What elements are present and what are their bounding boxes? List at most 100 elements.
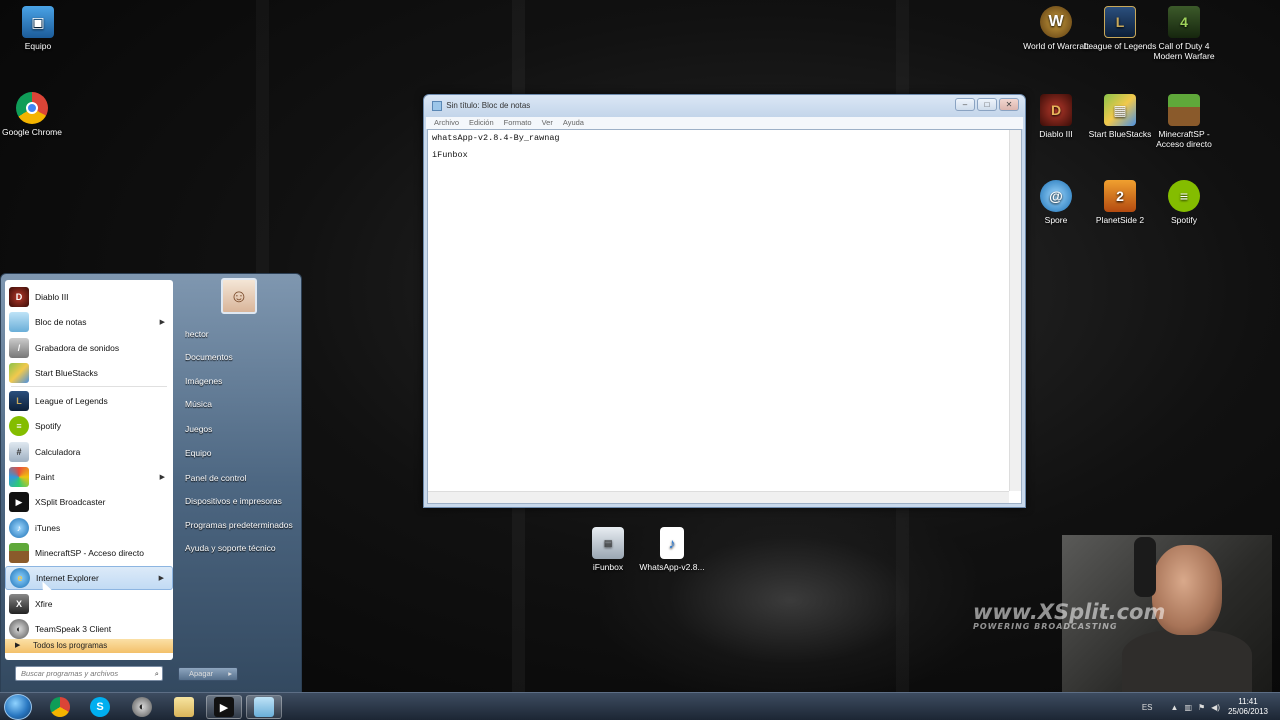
network-icon[interactable]: ▥ bbox=[1184, 703, 1192, 712]
start-right-programas-predeterminados[interactable]: Programas predeterminados bbox=[185, 520, 293, 530]
maximize-button[interactable]: □ bbox=[977, 98, 997, 111]
vertical-scrollbar[interactable] bbox=[1009, 130, 1021, 491]
program-xfire[interactable]: X Xfire bbox=[5, 592, 173, 616]
all-programs-button[interactable]: ▶ Todos los programas bbox=[5, 639, 173, 653]
arrow-right-icon[interactable]: ▸ bbox=[228, 668, 232, 680]
calculator-icon: # bbox=[9, 442, 29, 462]
program-bluestacks[interactable]: Start BlueStacks bbox=[5, 361, 173, 385]
bluestacks-icon: ▦ bbox=[1104, 94, 1136, 126]
shutdown-button[interactable]: Apagar ▸ bbox=[178, 667, 238, 681]
program-internet-explorer[interactable]: e Internet Explorer ▶ bbox=[5, 566, 173, 590]
submenu-arrow-icon: ▶ bbox=[159, 474, 165, 481]
start-right-documentos[interactable]: Documentos bbox=[185, 352, 233, 362]
menu-edicion[interactable]: Edición bbox=[469, 117, 494, 129]
spore-icon: @ bbox=[1040, 180, 1072, 212]
program-lol[interactable]: L League of Legends bbox=[5, 389, 173, 413]
program-label: Start BlueStacks bbox=[35, 368, 98, 378]
program-minecraft[interactable]: MinecraftSP - Acceso directo bbox=[5, 541, 173, 565]
spotify-icon: ≡ bbox=[9, 416, 29, 436]
start-right-panel-de-control[interactable]: Panel de control bbox=[185, 473, 246, 483]
desktop-icon-label: iFunbox bbox=[592, 562, 624, 572]
notepad-menubar: Archivo Edición Formato Ver Ayuda bbox=[426, 117, 1023, 129]
desktop-icon-chrome[interactable]: Google Chrome bbox=[0, 92, 70, 137]
program-list: D Diablo III Bloc de notas ▶ / Grabadora… bbox=[5, 280, 173, 660]
call-of-duty-icon: 4 bbox=[1168, 6, 1200, 38]
program-xsplit[interactable]: ▶ XSplit Broadcaster bbox=[5, 490, 173, 514]
xsplit-icon: ▶ bbox=[214, 697, 234, 717]
desktop-icon-cod4[interactable]: 4 Call of Duty 4 Modern Warfare bbox=[1146, 6, 1222, 61]
notepad-text-area[interactable]: whatsApp-v2.8.4-By_rawnag iFunbox bbox=[427, 129, 1022, 504]
window-controls: – □ ✕ bbox=[955, 98, 1019, 111]
menu-ayuda[interactable]: Ayuda bbox=[563, 117, 584, 129]
start-right-imagenes[interactable]: Imágenes bbox=[185, 376, 222, 386]
diablo-icon: D bbox=[9, 287, 29, 307]
start-button[interactable] bbox=[4, 694, 32, 720]
language-indicator[interactable]: ES bbox=[1142, 703, 1153, 712]
start-right-equipo[interactable]: Equipo bbox=[185, 448, 211, 458]
teamspeak-icon: ◐ bbox=[9, 619, 29, 639]
menu-archivo[interactable]: Archivo bbox=[434, 117, 459, 129]
minimize-button[interactable]: – bbox=[955, 98, 975, 111]
text-line: iFunbox bbox=[432, 150, 468, 160]
desktop-icon-equipo[interactable]: ▣ Equipo bbox=[0, 6, 76, 51]
start-search-input[interactable]: Buscar programas y archivos ⌕ bbox=[15, 666, 163, 681]
menu-formato[interactable]: Formato bbox=[504, 117, 532, 129]
program-spotify[interactable]: ≡ Spotify bbox=[5, 414, 173, 438]
desktop-icon-label: MinecraftSP - Acceso directo bbox=[1156, 129, 1212, 149]
search-icon[interactable]: ⌕ bbox=[155, 667, 159, 680]
taskbar-explorer[interactable] bbox=[166, 695, 202, 719]
desktop-icon-label: World of Warcraft bbox=[1023, 41, 1089, 51]
desktop-icon-spotify[interactable]: ≡ Spotify bbox=[1146, 180, 1222, 225]
taskbar: S ◐ ▶ ES ▲ ▥ ⚑ ◀) 11:41 25/06/2013 bbox=[0, 692, 1280, 720]
volume-icon[interactable]: ◀) bbox=[1211, 703, 1220, 712]
desktop-icon-label: WhatsApp-v2.8... bbox=[639, 562, 705, 572]
tray-arrow-icon[interactable]: ▲ bbox=[1171, 703, 1179, 712]
notepad-titlebar[interactable]: Sin título: Bloc de notas – □ ✕ bbox=[424, 95, 1025, 117]
user-avatar[interactable]: ☺ bbox=[221, 278, 257, 314]
taskbar-notepad[interactable] bbox=[246, 695, 282, 719]
separator bbox=[11, 386, 167, 387]
taskbar-chrome[interactable] bbox=[42, 695, 78, 719]
start-right-juegos[interactable]: Juegos bbox=[185, 424, 212, 434]
desktop-icon-label: Equipo bbox=[24, 41, 52, 51]
horizontal-scrollbar[interactable] bbox=[428, 491, 1009, 503]
taskbar-teamspeak[interactable]: ◐ bbox=[124, 695, 160, 719]
start-right-hector[interactable]: hector bbox=[185, 329, 209, 339]
close-button[interactable]: ✕ bbox=[999, 98, 1019, 111]
notepad-window[interactable]: Sin título: Bloc de notas – □ ✕ Archivo … bbox=[423, 94, 1026, 508]
program-label: League of Legends bbox=[35, 396, 108, 406]
program-label: Spotify bbox=[35, 421, 61, 431]
program-grabadora[interactable]: / Grabadora de sonidos bbox=[5, 336, 173, 360]
arrow-right-icon: ▶ bbox=[15, 642, 21, 649]
program-label: Calculadora bbox=[35, 447, 81, 457]
submenu-arrow-icon: ▶ bbox=[159, 319, 165, 326]
flag-icon[interactable]: ⚑ bbox=[1198, 703, 1205, 712]
program-bloc-de-notas[interactable]: Bloc de notas ▶ bbox=[5, 310, 173, 334]
taskbar-xsplit[interactable]: ▶ bbox=[206, 695, 242, 719]
start-right-musica[interactable]: Música bbox=[185, 399, 212, 409]
notepad-icon bbox=[9, 312, 29, 332]
start-right-ayuda[interactable]: Ayuda y soporte técnico bbox=[185, 543, 276, 553]
program-teamspeak[interactable]: ◐ TeamSpeak 3 Client bbox=[5, 617, 173, 641]
program-paint[interactable]: Paint ▶ bbox=[5, 465, 173, 489]
taskbar-skype[interactable]: S bbox=[82, 695, 118, 719]
desktop-icon-label: Spotify bbox=[1171, 215, 1197, 225]
webcam-shirt bbox=[1122, 630, 1252, 692]
clock[interactable]: 11:41 25/06/2013 bbox=[1226, 697, 1270, 717]
start-right-dispositivos[interactable]: Dispositivos e impresoras bbox=[185, 496, 282, 506]
program-diablo[interactable]: D Diablo III bbox=[5, 285, 173, 309]
text-line: whatsApp-v2.8.4-By_rawnag bbox=[432, 133, 560, 143]
notepad-title: Sin título: Bloc de notas bbox=[446, 101, 531, 110]
program-itunes[interactable]: ♪ iTunes bbox=[5, 516, 173, 540]
ipa-file-icon: ♪ bbox=[660, 527, 684, 559]
desktop-icon-whatsapp[interactable]: ♪ WhatsApp-v2.8... bbox=[634, 527, 710, 572]
planetside-icon: 2 bbox=[1104, 180, 1136, 212]
program-label: iTunes bbox=[35, 523, 61, 533]
menu-ver[interactable]: Ver bbox=[542, 117, 553, 129]
desktop-icon-minecraft[interactable]: MinecraftSP - Acceso directo bbox=[1146, 94, 1222, 149]
program-label: TeamSpeak 3 Client bbox=[35, 624, 112, 634]
program-calculadora[interactable]: # Calculadora bbox=[5, 440, 173, 464]
folder-icon bbox=[174, 697, 194, 717]
teamspeak-icon: ◐ bbox=[132, 697, 152, 717]
program-label: Paint bbox=[35, 472, 55, 482]
